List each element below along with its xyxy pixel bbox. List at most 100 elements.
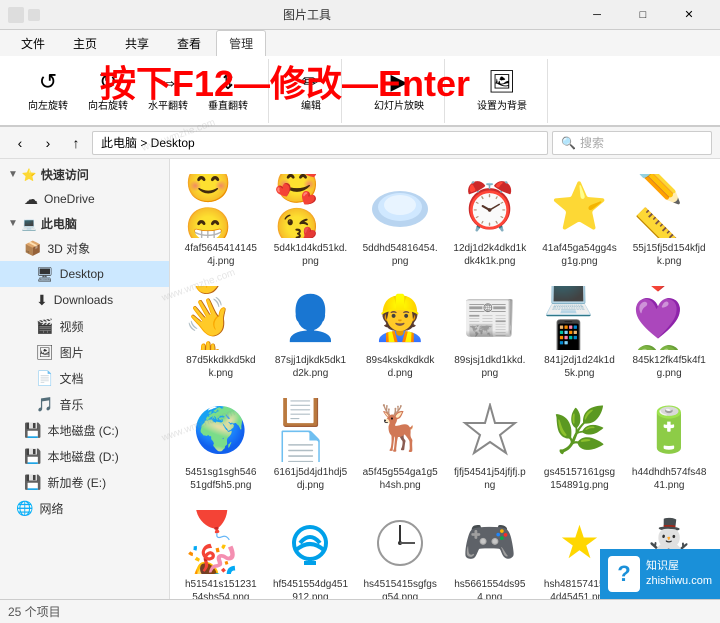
sidebar-label-documents: 文档: [59, 370, 83, 387]
ribbon-btn-rotate-right[interactable]: ↻ 向右旋转: [80, 65, 136, 116]
list-item[interactable]: 👤 87sjj1djkdk5dk1d2k.png: [268, 279, 354, 387]
address-box[interactable]: 此电脑 > Desktop: [92, 131, 548, 155]
tab-share[interactable]: 共享: [112, 30, 162, 56]
knowledge-badge[interactable]: ? 知识屋 zhishiwu.com: [600, 549, 720, 599]
file-name: 4faf56454141454j.png: [183, 242, 259, 268]
sidebar-group-thispc[interactable]: ▼ 💻 此电脑: [0, 212, 169, 235]
file-thumb: 🔋: [633, 398, 705, 462]
file-name: 5ddhd54816454.png: [362, 242, 438, 268]
rotate-right-label: 向右旋转: [88, 97, 128, 112]
list-item[interactable]: ✏️📏 55j15fj5d154kfjdk.png: [626, 167, 712, 275]
list-item[interactable]: 📰 89sjsj1dkd1kkd.png: [447, 279, 533, 387]
ribbon-btn-rotate-left[interactable]: ↺ 向左旋转: [20, 65, 76, 116]
downloads-icon: ⬇: [36, 292, 48, 309]
sidebar-group-quickaccess[interactable]: ▼ ⭐ 快速访问: [0, 163, 169, 186]
file-name: 845k12fk4f5k4f1g.png: [631, 354, 707, 380]
ribbon-section-set-bg: 🖼 设置为背景: [457, 59, 548, 123]
desktop-icon: 🖥: [36, 266, 54, 283]
sidebar-item-onedrive[interactable]: ☁ OneDrive: [0, 186, 169, 212]
sidebar-item-network[interactable]: 🌐 网络: [0, 495, 169, 521]
list-item[interactable]: 💻📱 841j2dj1d24k1d5k.png: [537, 279, 623, 387]
ribbon-btn-flip-v[interactable]: ⇕ 垂直翻转: [200, 65, 256, 116]
sidebar-label-network: 网络: [39, 500, 63, 517]
sidebar-item-videos[interactable]: 🎬 视频: [0, 313, 169, 339]
file-thumb: 🖐👋🤚: [185, 286, 257, 350]
file-name: h44dhdh574fs4841.png: [631, 466, 707, 492]
list-item[interactable]: ⏰ 12dj1d2k4dkd1kdk4k1k.png: [447, 167, 533, 275]
list-item[interactable]: 😍🥰😘😎 5d4k1d4kd51kd.png: [268, 167, 354, 275]
drivec-icon: 💾: [24, 422, 41, 439]
ribbon-btn-flip-h[interactable]: ⇔ 水平翻转: [140, 65, 196, 116]
list-item[interactable]: hf5451554dg451912.png: [268, 503, 354, 611]
ribbon-section-tools: ↺ 向左旋转 ↻ 向右旋转 ⇔ 水平翻转 ⇕ 垂直翻转: [8, 59, 269, 123]
file-thumb: [274, 510, 346, 574]
list-item[interactable]: 🦌 a5f45g554ga1g5h4sh.png: [357, 391, 443, 499]
list-item[interactable]: 📋📄 6161j5d4jd1hdj5dj.png: [268, 391, 354, 499]
sidebar-item-drivec[interactable]: 💾 本地磁盘 (C:): [0, 417, 169, 443]
search-box[interactable]: 🔍 搜索: [552, 131, 712, 155]
file-thumb: [364, 174, 436, 238]
sidebar-item-3dobjects[interactable]: 📦 3D 对象: [0, 235, 169, 261]
ribbon-tabs: 文件 主页 共享 查看 管理: [0, 30, 720, 56]
file-name: 5451sg1sgh54651gdf5h5.png: [183, 466, 259, 492]
up-button[interactable]: ↑: [64, 131, 88, 155]
ribbon-section-edit: ✏ 编辑: [281, 59, 342, 123]
rotate-right-icon: ↻: [99, 69, 117, 95]
list-item[interactable]: 😀😊😁😂 4faf56454141454j.png: [178, 167, 264, 275]
onedrive-icon: ☁: [24, 191, 38, 208]
sidebar-item-drived[interactable]: 💾 本地磁盘 (D:): [0, 443, 169, 469]
file-thumb: ⭐: [543, 174, 615, 238]
file-thumb: 👷: [364, 286, 436, 350]
file-name: 87d5kkdkkd5kdk.png: [183, 354, 259, 380]
sidebar-item-pictures[interactable]: 🖼 图片: [0, 339, 169, 365]
list-item[interactable]: 🖐👋🤚 87d5kkdkkd5kdk.png: [178, 279, 264, 387]
sidebar: ▼ ⭐ 快速访问 ☁ OneDrive ▼ 💻 此电脑 📦 3D 对象 🖥 De…: [0, 159, 170, 619]
svg-text:🦌: 🦌: [373, 403, 428, 453]
close-button[interactable]: ✕: [666, 0, 712, 30]
list-item[interactable]: 🎈🎉 h51541s15123154shs54.png: [178, 503, 264, 611]
sidebar-label-music: 音乐: [59, 396, 83, 413]
sidebar-item-downloads[interactable]: ⬇ Downloads: [0, 287, 169, 313]
list-item[interactable]: fjfj54541j54jfjfj.png: [447, 391, 533, 499]
list-item[interactable]: 5ddhd54816454.png: [357, 167, 443, 275]
setbg-icon: 🖼: [488, 69, 516, 95]
list-item[interactable]: hs4515415sgfgsg54.png: [357, 503, 443, 611]
file-thumb: 🎮: [454, 510, 526, 574]
sidebar-item-documents[interactable]: 📄 文档: [0, 365, 169, 391]
address-path: 此电脑 > Desktop: [101, 134, 195, 151]
search-placeholder: 搜索: [580, 134, 604, 151]
ribbon-btn-edit[interactable]: ✏ 编辑: [293, 65, 329, 116]
back-button[interactable]: ‹: [8, 131, 32, 155]
file-name: a5f45g554ga1g5h4sh.png: [362, 466, 438, 492]
minimize-button[interactable]: ─: [574, 0, 620, 30]
ribbon-btn-group: ↺ 向左旋转 ↻ 向右旋转 ⇔ 水平翻转 ⇕ 垂直翻转: [20, 65, 256, 116]
maximize-button[interactable]: □: [620, 0, 666, 30]
tab-view[interactable]: 查看: [164, 30, 214, 56]
sidebar-label-thispc: 此电脑: [41, 215, 77, 232]
list-item[interactable]: 🌿 gs45157161gsg154891g.png: [537, 391, 623, 499]
sidebar-label-drivee: 新加卷 (E:): [47, 474, 106, 491]
file-thumb: 🌍: [185, 398, 257, 462]
tab-file[interactable]: 文件: [8, 30, 58, 56]
list-item[interactable]: 🔋 h44dhdh574fs4841.png: [626, 391, 712, 499]
forward-button[interactable]: ›: [36, 131, 60, 155]
file-thumb: 😍🥰😘😎: [274, 174, 346, 238]
sidebar-item-desktop[interactable]: 🖥 Desktop: [0, 261, 169, 287]
badge-icon: ?: [608, 556, 640, 592]
list-item[interactable]: 👷 89s4kskdkdkdkd.png: [357, 279, 443, 387]
videos-icon: 🎬: [36, 318, 53, 335]
tab-home[interactable]: 主页: [60, 30, 110, 56]
sidebar-label-3dobjects: 3D 对象: [47, 240, 90, 257]
ribbon-btn-slideshow[interactable]: ▶ 幻灯片放映: [366, 65, 432, 116]
flip-h-label: 水平翻转: [148, 97, 188, 112]
sidebar-icon-thispc: 💻: [22, 217, 37, 231]
sidebar-item-music[interactable]: 🎵 音乐: [0, 391, 169, 417]
list-item[interactable]: 🌍 5451sg1sgh54651gdf5h5.png: [178, 391, 264, 499]
ribbon-btn-setbg[interactable]: 🖼 设置为背景: [469, 65, 535, 116]
list-item[interactable]: 🎮 hs5661554ds954.png: [447, 503, 533, 611]
list-item[interactable]: ❤️💜💚 845k12fk4f5k4f1g.png: [626, 279, 712, 387]
setbg-label: 设置为背景: [477, 97, 527, 112]
sidebar-item-drivee[interactable]: 💾 新加卷 (E:): [0, 469, 169, 495]
tab-manage[interactable]: 管理: [216, 30, 266, 56]
list-item[interactable]: ⭐ 41af45ga54gg4sg1g.png: [537, 167, 623, 275]
